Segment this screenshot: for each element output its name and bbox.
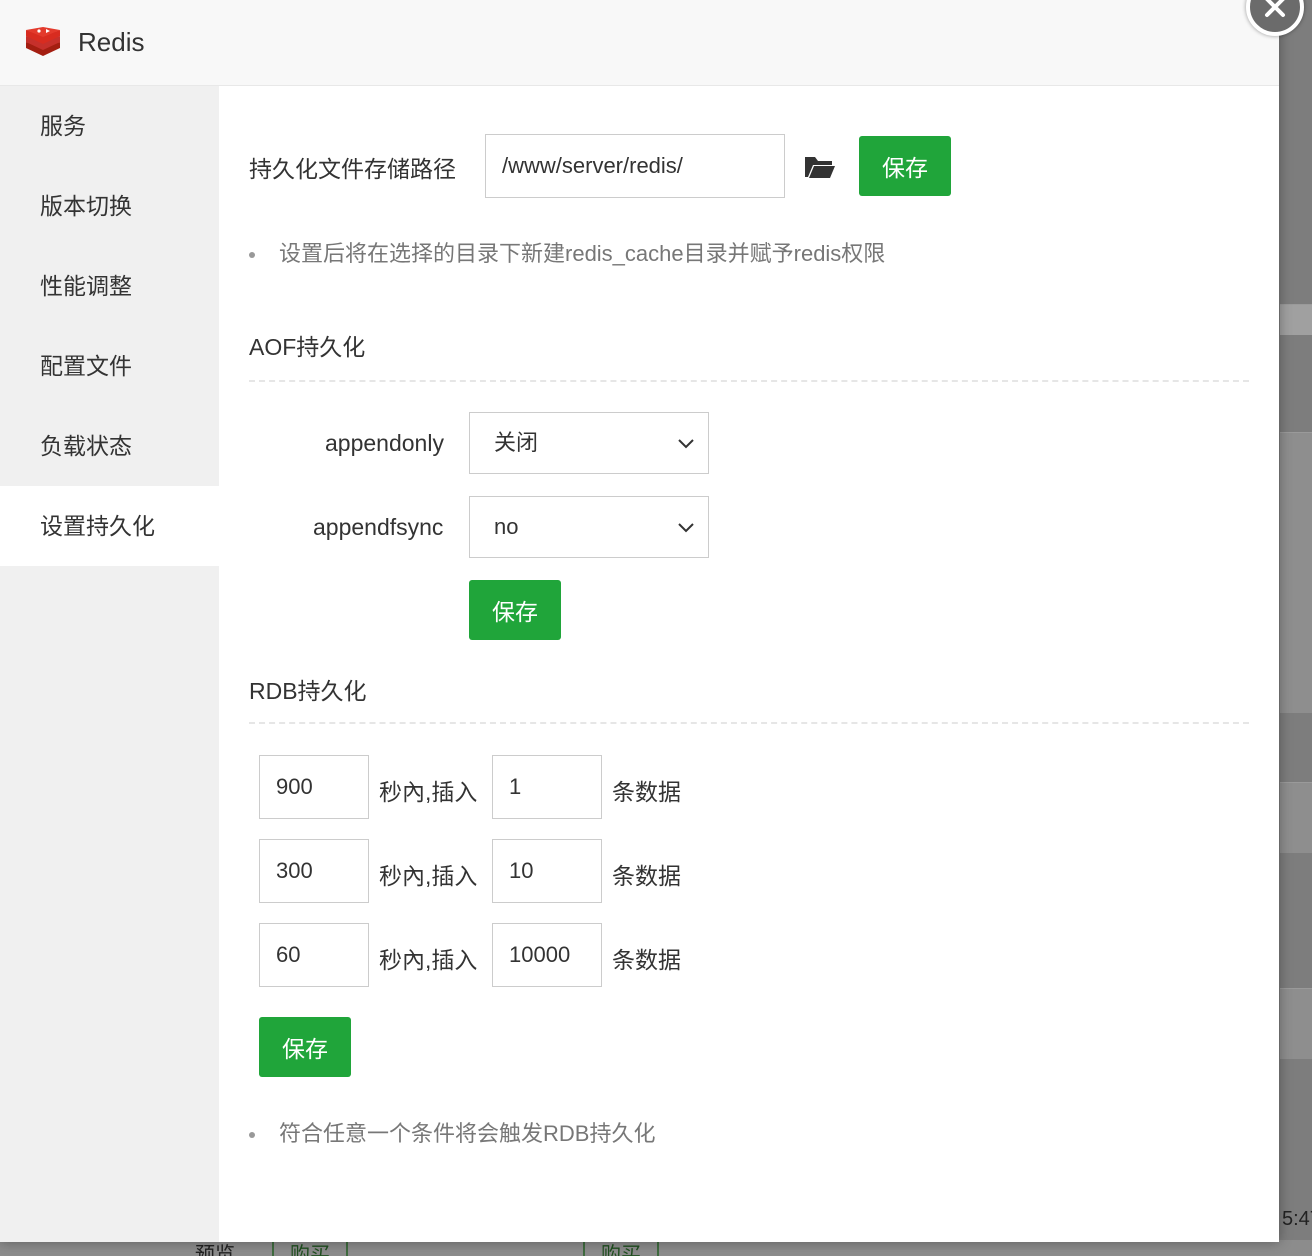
sidebar-item-version-switch[interactable]: 版本切换 (0, 166, 219, 246)
appendonly-value: 关闭 (494, 430, 539, 455)
appendonly-select[interactable]: 关闭 (469, 412, 709, 474)
redis-modal: Redis 服务 版本切换 性能调整 配置文件 负载状态 设置持久化 持久化文件… (0, 0, 1279, 1242)
close-icon (1265, 0, 1285, 17)
background-strip (1280, 988, 1312, 1059)
section-divider (249, 380, 1249, 382)
appendonly-label: appendonly (325, 430, 444, 456)
storage-path-label: 持久化文件存储路径 (249, 156, 456, 182)
path-tip-text: 设置后将在选择的目录下新建redis_cache目录并赋予redis权限 (279, 241, 886, 266)
background-buy-button: 购买 (583, 1240, 659, 1256)
background-time: 5:47 (1282, 1208, 1312, 1230)
rdb-section-title: RDB持久化 (249, 678, 367, 704)
save-aof-button[interactable]: 保存 (469, 580, 561, 640)
sidebar-item-load-status[interactable]: 负载状态 (0, 406, 219, 486)
chevron-down-icon (678, 523, 694, 533)
background-preview-label: 预览 (195, 1244, 235, 1256)
appendfsync-value: no (494, 514, 519, 539)
rdb-suffix-label: 条数据 (612, 863, 681, 889)
section-divider (249, 722, 1249, 724)
appendfsync-select[interactable]: no (469, 496, 709, 558)
sidebar-item-performance[interactable]: 性能调整 (0, 246, 219, 326)
rdb-seconds-input[interactable]: 900 (259, 755, 369, 819)
folder-open-icon[interactable] (804, 153, 836, 179)
sidebar: 服务 版本切换 性能调整 配置文件 负载状态 设置持久化 (0, 86, 219, 1242)
rdb-seconds-input[interactable]: 300 (259, 839, 369, 903)
chevron-down-icon (678, 439, 694, 449)
rdb-mid-label: 秒內,插入 (379, 779, 478, 805)
rdb-suffix-label: 条数据 (612, 947, 681, 973)
background-buy-button: 购买 (272, 1240, 348, 1256)
background-strip (1280, 432, 1312, 713)
save-path-button[interactable]: 保存 (859, 136, 951, 196)
sidebar-item-service[interactable]: 服务 (0, 86, 219, 166)
redis-logo-icon (26, 26, 60, 56)
rdb-mid-label: 秒內,插入 (379, 863, 478, 889)
background-strip (1280, 782, 1312, 853)
rdb-seconds-input[interactable]: 60 (259, 923, 369, 987)
rdb-mid-label: 秒內,插入 (379, 947, 478, 973)
rdb-count-input[interactable]: 10000 (492, 923, 602, 987)
sidebar-item-config-file[interactable]: 配置文件 (0, 326, 219, 406)
appendfsync-label: appendfsync (313, 514, 444, 540)
rdb-count-input[interactable]: 1 (492, 755, 602, 819)
save-rdb-button[interactable]: 保存 (259, 1017, 351, 1077)
rdb-tip-text: 符合任意一个条件将会触发RDB持久化 (279, 1121, 656, 1146)
modal-title: Redis (78, 27, 145, 57)
aof-section-title: AOF持久化 (249, 334, 366, 360)
bullet-icon (249, 1132, 255, 1139)
rdb-suffix-label: 条数据 (612, 779, 681, 805)
rdb-count-input[interactable]: 10 (492, 839, 602, 903)
rdb-tip: 符合任意一个条件将会触发RDB持久化 (249, 1116, 655, 1148)
path-tip: 设置后将在选择的目录下新建redis_cache目录并赋予redis权限 (249, 236, 885, 268)
modal-header: Redis (0, 0, 1279, 86)
bullet-icon (249, 252, 255, 259)
persistence-settings-panel: 持久化文件存储路径 保存 设置后将在选择的目录下新建redis_cache目录并… (219, 86, 1279, 1242)
storage-path-input[interactable] (485, 134, 785, 198)
sidebar-item-persistence[interactable]: 设置持久化 (0, 486, 219, 566)
background-strip (1280, 304, 1312, 335)
